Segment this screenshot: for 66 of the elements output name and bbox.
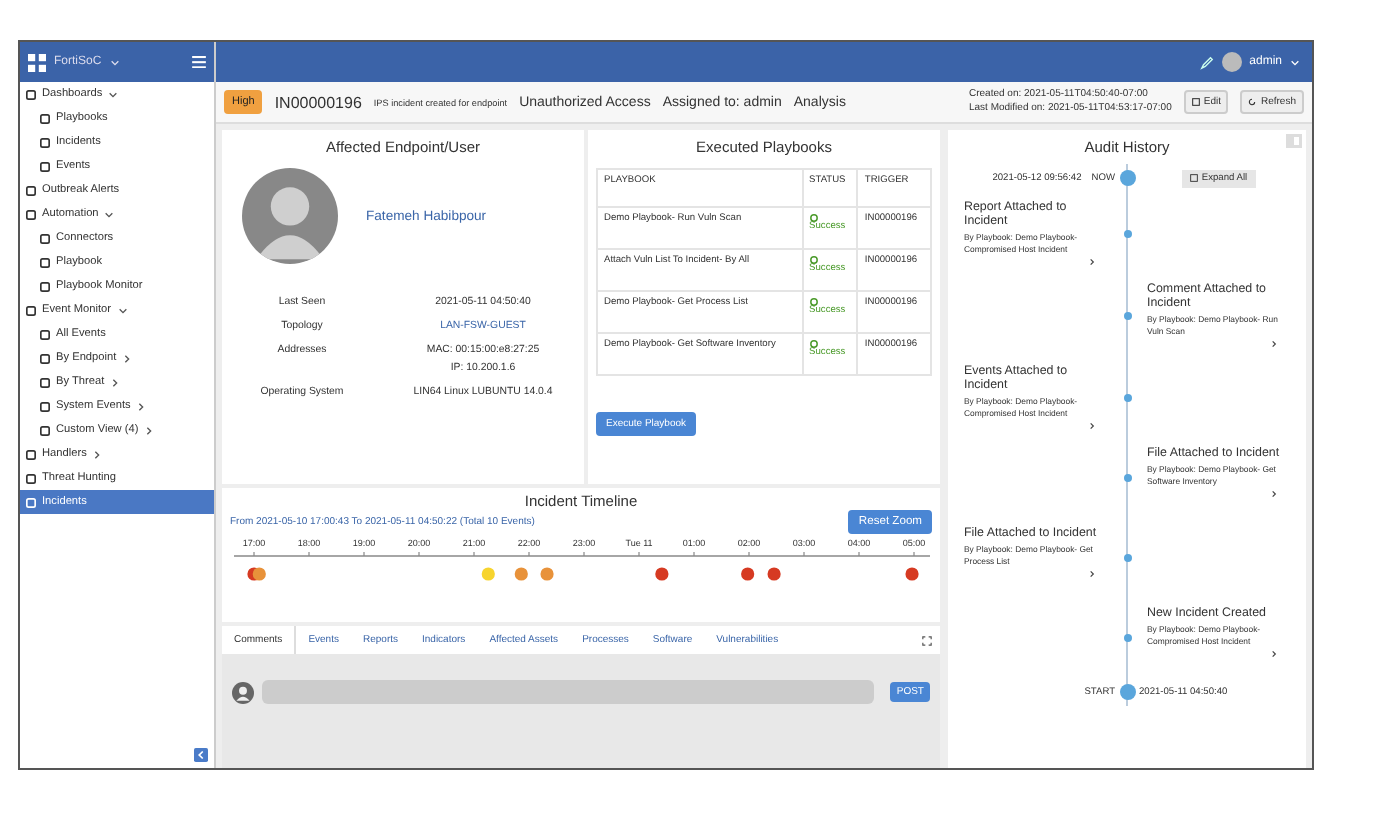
menu-item-icon [26, 185, 36, 195]
event-dot[interactable] [540, 567, 554, 581]
fullscreen-icon[interactable] [922, 635, 932, 645]
menu-item-icon [26, 449, 36, 459]
menu-item-icon [26, 473, 36, 483]
menu-item-icon [26, 209, 36, 219]
user-avatar-icon [232, 681, 254, 703]
chevron-right-icon[interactable] [1087, 570, 1095, 578]
menu-item-icon [26, 497, 36, 507]
menu-item-icon [40, 137, 50, 147]
check-circle-icon [809, 214, 818, 222]
menu-item-icon [40, 113, 50, 123]
chevron-down-icon [1290, 57, 1300, 67]
menu-item-icon [40, 257, 50, 267]
timeline-node-icon [1119, 684, 1135, 700]
menu-item-icon [40, 425, 50, 435]
menu-item-icon [40, 353, 50, 363]
timeline-node-icon [1123, 554, 1131, 562]
chevron-right-icon [122, 353, 133, 363]
chevron-right-icon [110, 377, 121, 387]
incident-id: IN00000196 [274, 93, 362, 111]
event-dot[interactable] [741, 567, 755, 581]
chevron-right-icon[interactable] [1087, 422, 1095, 430]
menu-item-icon [40, 233, 50, 243]
check-circle-icon [809, 298, 818, 306]
chevron-down-icon [104, 209, 115, 219]
pen-icon[interactable] [1199, 55, 1214, 69]
event-dot[interactable] [767, 567, 781, 581]
menu-item-icon [40, 377, 50, 387]
chevron-down-icon [108, 89, 119, 99]
chevron-right-icon[interactable] [1270, 340, 1278, 348]
chevron-down-icon [117, 305, 128, 315]
menu-item-icon [40, 401, 50, 411]
menu-item-icon [26, 89, 36, 99]
chevron-right-icon [92, 449, 103, 459]
chevron-right-icon[interactable] [1087, 258, 1095, 266]
comment-input[interactable] [262, 680, 875, 704]
chevron-right-icon [136, 401, 147, 411]
event-dot[interactable] [514, 567, 528, 581]
event-dot[interactable] [252, 567, 266, 581]
check-circle-icon [809, 256, 818, 264]
event-dot[interactable] [655, 567, 669, 581]
timeline-node-icon [1123, 634, 1131, 642]
collapse-sidebar-icon[interactable] [194, 748, 208, 762]
avatar-silhouette [242, 168, 338, 264]
timeline-node-icon [1123, 311, 1131, 319]
menu-item-icon [40, 329, 50, 339]
chevron-right-icon[interactable] [1270, 490, 1278, 498]
chevron-right-icon [144, 425, 155, 435]
event-dot[interactable] [905, 567, 919, 581]
menu-icon[interactable] [192, 56, 206, 68]
menu-item-icon [40, 161, 50, 171]
menu-item-icon [26, 305, 36, 315]
timeline-node-icon [1123, 393, 1131, 401]
chevron-down-icon [109, 57, 120, 67]
grid-logo-icon [28, 53, 46, 71]
refresh-icon [1248, 98, 1257, 106]
menu-item-icon [40, 281, 50, 291]
event-dot[interactable] [481, 567, 495, 581]
timeline-node-icon [1123, 229, 1131, 237]
avatar-icon [1221, 52, 1242, 72]
timeline-node-icon [1119, 170, 1135, 186]
timeline-node-icon [1123, 474, 1131, 482]
panel-toggle-icon[interactable] [1286, 134, 1302, 148]
check-circle-icon [809, 340, 818, 348]
chevron-right-icon[interactable] [1270, 650, 1278, 658]
